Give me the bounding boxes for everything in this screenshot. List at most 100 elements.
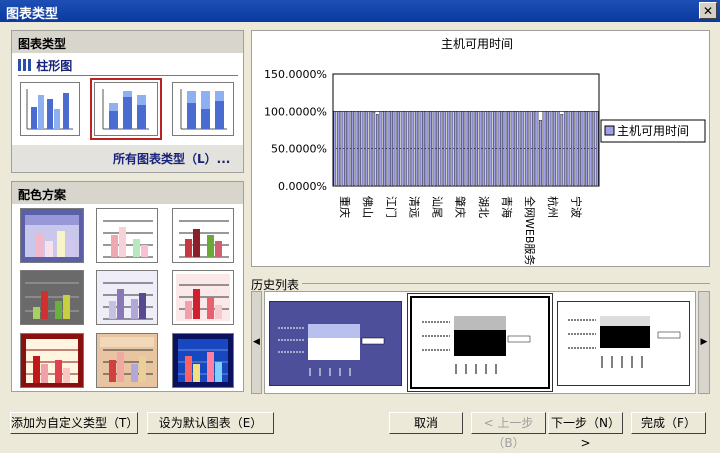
bar — [567, 111, 571, 187]
color-scheme-3[interactable] — [172, 208, 234, 263]
bar — [425, 111, 429, 187]
bar — [521, 111, 525, 187]
bar — [578, 111, 581, 187]
history-item-2[interactable] — [407, 293, 553, 392]
x-tick-label: 肇庆 — [454, 196, 468, 218]
bar — [500, 111, 503, 187]
bar — [514, 111, 518, 187]
bar — [585, 111, 588, 187]
back-button[interactable]: < 上一步（B） — [471, 412, 546, 450]
color-scheme-6[interactable] — [172, 270, 234, 325]
bar — [478, 111, 482, 187]
color-scheme-1[interactable] — [20, 208, 84, 263]
y-tick-label: 0.0000% — [278, 180, 327, 193]
bar — [368, 111, 372, 187]
history-prev-arrow[interactable]: ◀ — [251, 291, 262, 394]
bar — [563, 111, 567, 187]
color-scheme-panel: 配色方案 — [11, 181, 244, 392]
bar — [485, 111, 489, 187]
bar — [595, 111, 599, 187]
bar — [581, 111, 585, 187]
bar — [386, 111, 390, 187]
all-chart-types-link[interactable]: 所有图表类型（L）... — [113, 150, 230, 167]
chart-type-header: 图表类型 — [12, 31, 243, 53]
bar — [553, 111, 557, 187]
chart-subtype-percent[interactable] — [172, 82, 234, 136]
history-next-arrow[interactable]: ▶ — [698, 291, 710, 394]
bar — [503, 111, 507, 187]
bar-chart-icon — [18, 59, 32, 71]
bar — [347, 111, 351, 187]
y-tick-label: 50.0000% — [271, 143, 327, 156]
bar — [365, 111, 369, 187]
bar — [390, 111, 393, 187]
bar — [397, 111, 400, 187]
current-type-label: 柱形图 — [36, 59, 73, 73]
x-tick-label: 湖北 — [477, 196, 490, 218]
history-item-3[interactable] — [557, 301, 690, 386]
chart-preview-panel: 主机可用时间 0.0000% 50.0000% 100.0000% 150.0000%… — [251, 30, 710, 267]
bar — [588, 111, 592, 187]
x-tick-label: 清远 — [407, 196, 420, 218]
color-scheme-2[interactable] — [96, 208, 158, 263]
bar — [400, 111, 404, 187]
bar — [464, 111, 468, 187]
add-custom-type-button[interactable]: 添加为自定义类型（T） — [10, 412, 138, 434]
bar — [422, 111, 425, 187]
color-scheme-9[interactable] — [172, 333, 234, 388]
bar — [446, 111, 450, 187]
bar — [571, 111, 574, 187]
bar — [358, 111, 361, 187]
close-icon[interactable]: ✕ — [699, 2, 717, 19]
bar — [344, 111, 347, 187]
bar — [492, 111, 496, 187]
bar — [471, 111, 475, 187]
x-tick-label: 全网WEB服务器 — [523, 196, 537, 266]
type-divider — [18, 75, 238, 76]
color-scheme-7[interactable] — [20, 333, 84, 388]
bar — [450, 111, 454, 187]
bar — [336, 111, 340, 187]
y-tick-label: 100.0000% — [264, 105, 327, 118]
cancel-button[interactable]: 取消 — [389, 412, 463, 434]
next-button[interactable]: 下一步（N）> — [548, 412, 623, 450]
bar — [432, 111, 436, 187]
history-divider — [302, 283, 710, 284]
bar — [532, 111, 535, 187]
bar — [375, 114, 379, 187]
bar — [539, 120, 542, 187]
bar — [407, 111, 411, 187]
bar — [482, 111, 486, 187]
preview-chart: 主机可用时间 0.0000% 50.0000% 100.0000% 150.0000%… — [264, 37, 706, 266]
bar — [542, 111, 546, 187]
set-default-chart-button[interactable]: 设为默认图表（E） — [147, 412, 274, 434]
color-scheme-8[interactable] — [96, 333, 158, 388]
bar — [439, 111, 443, 187]
finish-button[interactable]: 完成（F） — [631, 412, 706, 434]
x-tick-label: 佛山 — [361, 196, 374, 218]
legend-label: 主机可用时间 — [617, 124, 689, 138]
bar — [411, 111, 415, 187]
legend-swatch — [604, 125, 615, 136]
chart-subtype-stacked[interactable] — [90, 78, 162, 140]
bar — [436, 111, 439, 187]
bar — [361, 111, 365, 187]
bar — [468, 111, 471, 187]
bar — [429, 111, 432, 187]
color-scheme-4[interactable] — [20, 270, 84, 325]
bar — [556, 111, 560, 187]
color-scheme-header: 配色方案 — [12, 182, 243, 204]
x-tick-label: 汕尾 — [431, 196, 444, 218]
bar — [535, 111, 539, 187]
bar — [560, 114, 564, 187]
bar — [453, 111, 457, 187]
bar — [443, 111, 447, 187]
chart-subtype-clustered[interactable] — [20, 82, 80, 136]
bar — [507, 111, 510, 187]
bar — [592, 111, 596, 187]
bar — [489, 111, 493, 187]
color-scheme-5[interactable] — [96, 270, 158, 325]
window-title: 图表类型 — [6, 7, 59, 22]
history-item-1[interactable] — [269, 301, 402, 386]
bar — [351, 111, 354, 187]
